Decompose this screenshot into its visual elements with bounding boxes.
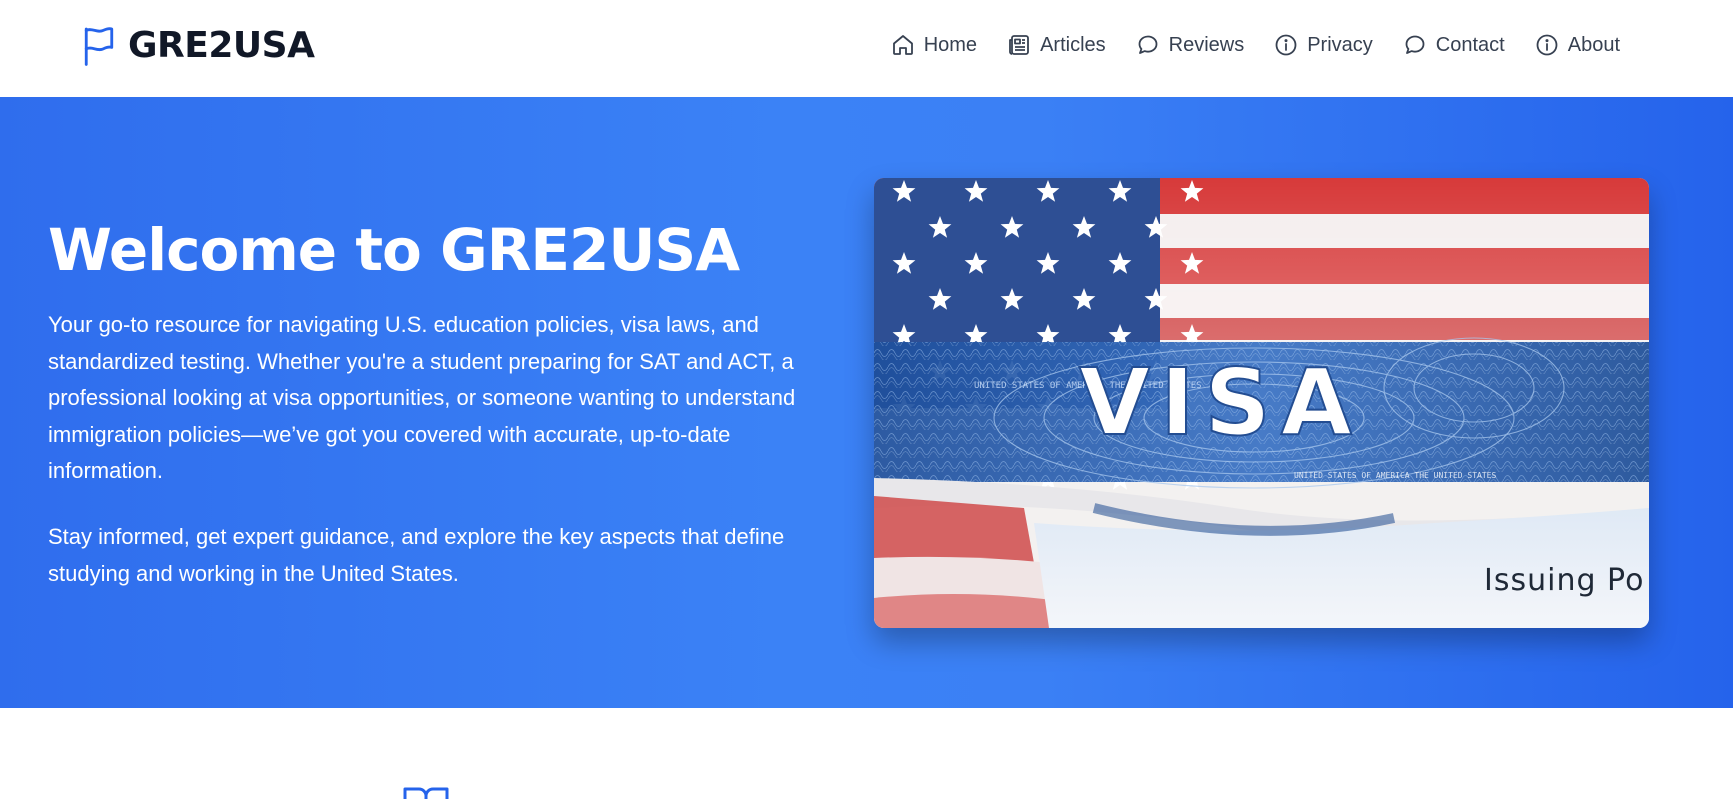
nav-articles[interactable]: Articles [1007,30,1106,60]
brand-logo[interactable]: GRE2USA [82,24,315,68]
nav-about[interactable]: About [1535,30,1620,60]
info-circle-icon [1275,34,1297,56]
hero-intro-paragraph: Your go-to resource for navigating U.S. … [48,312,796,483]
hero-section: Welcome to GRE2USA Your go-to resource f… [0,97,1733,708]
info-circle-icon [1536,34,1558,56]
brand-name: GRE2USA [128,25,315,66]
hero-secondary-paragraph: Stay informed, get expert guidance, and … [48,524,785,586]
nav-home-label: Home [923,34,978,56]
nav-reviews[interactable]: Reviews [1136,30,1245,60]
chat-bubble-icon [1138,35,1158,54]
visa-issuing-text: Issuing Po [1484,563,1644,598]
chat-bubble-icon [1405,35,1425,54]
nav-contact[interactable]: Contact [1403,30,1505,60]
nav-about-label: About [1567,34,1620,56]
nav-privacy-label: Privacy [1307,34,1373,56]
main-nav: Home Articles Reviews Privacy Contact Ab… [891,30,1620,60]
nav-articles-label: Articles [1040,34,1106,56]
newspaper-icon [1009,35,1029,55]
nav-reviews-label: Reviews [1168,34,1245,56]
site-header: GRE2USA Home Articles Reviews Privacy Co… [0,0,1733,97]
nav-home[interactable]: Home [891,30,977,60]
nav-privacy[interactable]: Privacy [1274,30,1373,60]
home-icon [892,35,913,55]
book-icon [403,787,449,799]
visa-microprint-secondary: UNITED STATES OF AMERICA THE UNITED STAT… [1294,471,1496,480]
visa-word: VISA [1079,349,1362,456]
visa-hero-image: UNITED STATES OF AMERICA THE UNITED STAT… [874,178,1649,628]
hero-title: Welcome to GRE2USA [48,216,740,284]
nav-contact-label: Contact [1435,34,1505,56]
flag-icon [84,27,114,66]
